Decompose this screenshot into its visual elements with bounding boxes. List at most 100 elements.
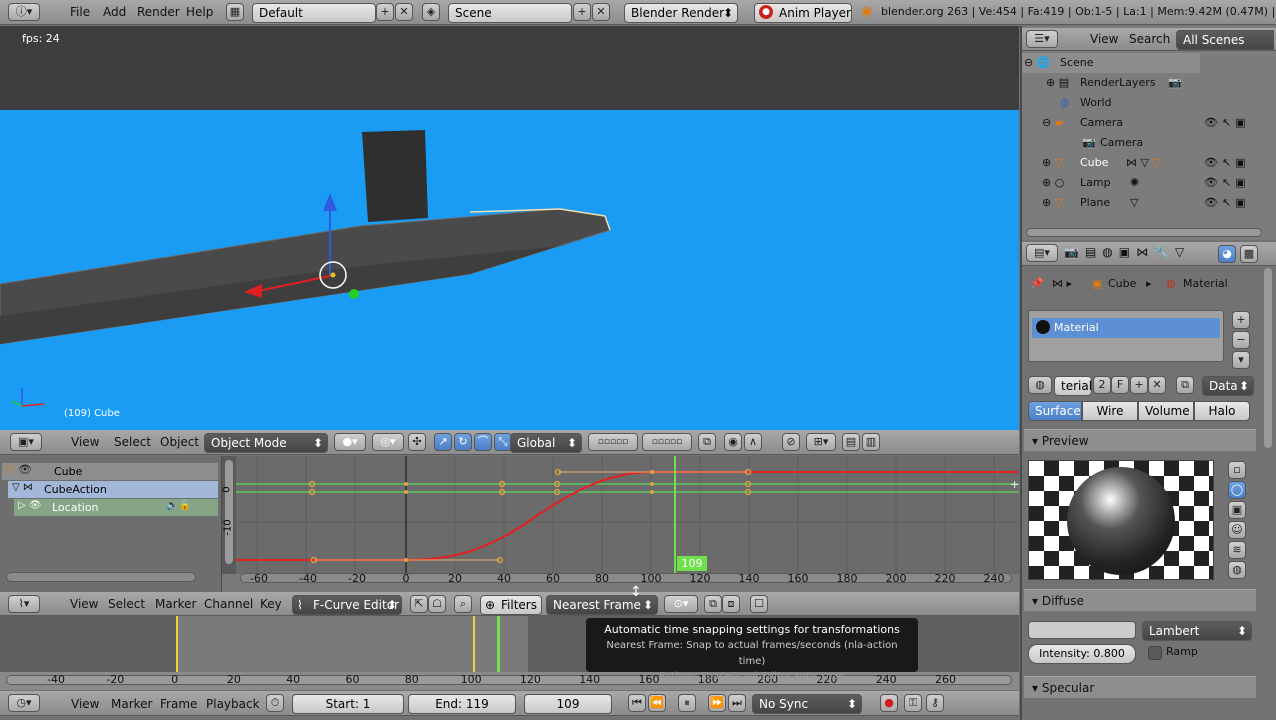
material-tab-icon[interactable]: ◕	[1218, 245, 1236, 263]
properties-editor-type-icon[interactable]: ▤▾	[1026, 244, 1058, 262]
preview-monkey-icon[interactable]: ☺	[1228, 521, 1246, 539]
manipulator-toggle[interactable]: ✣	[408, 433, 426, 451]
viewport-menu-object[interactable]: Object	[160, 430, 199, 454]
falloff-icon[interactable]: ∧	[744, 433, 762, 451]
tab-halo[interactable]: Halo	[1194, 401, 1250, 421]
insert-key-icon[interactable]: ⚷	[926, 694, 944, 712]
graph-menu-marker[interactable]: Marker	[155, 592, 196, 616]
outliner-menu-search[interactable]: Search	[1129, 28, 1170, 51]
opengl-anim-icon[interactable]: ▥	[862, 433, 880, 451]
timeline-menu-marker[interactable]: Marker	[111, 692, 152, 716]
preview-sphere-icon[interactable]: ◯	[1228, 481, 1246, 499]
cursor-select-icon[interactable]: ⇱	[410, 595, 428, 613]
tab-volume[interactable]: Volume	[1138, 401, 1194, 421]
prev-keyframe-icon[interactable]: ⏪	[648, 694, 666, 712]
layers-grid-b[interactable]: ▫▫▫▫▫	[642, 433, 692, 451]
menu-help[interactable]: Help	[186, 0, 213, 24]
jump-end-icon[interactable]: ⏭	[728, 694, 746, 712]
material-browse-icon[interactable]: ◍	[1028, 376, 1052, 394]
copy-material-icon[interactable]: ⧉	[1176, 376, 1194, 394]
timeline-editor-type-icon[interactable]: ◷▾	[8, 694, 40, 712]
translate-manipulator[interactable]: ↗	[434, 433, 452, 451]
graph-menu-channel[interactable]: Channel	[204, 592, 253, 616]
texture-tab-icon[interactable]: ▩	[1240, 245, 1258, 263]
intensity-slider[interactable]: Intensity: 0.800	[1028, 644, 1136, 664]
cube-visibility-icons[interactable]: 👁↖▣	[1204, 153, 1250, 173]
timeline-menu-playback[interactable]: Playback	[206, 692, 260, 716]
material-name-field[interactable]: terial	[1054, 376, 1092, 396]
material-link-dropdown[interactable]: Data ⬍	[1202, 376, 1254, 396]
ghost-icon[interactable]: ☖	[428, 595, 446, 613]
preview-cube-icon[interactable]: ▣	[1228, 501, 1246, 519]
viewport-menu-select[interactable]: Select	[114, 430, 151, 454]
outliner-world-label[interactable]: World	[1080, 93, 1112, 113]
viewport-editor-type-icon[interactable]: ▣▾	[10, 433, 42, 451]
diffuse-color-swatch[interactable]	[1028, 621, 1136, 639]
proportional-edit-icon[interactable]: ◉	[724, 433, 742, 451]
preview-sky-icon[interactable]: ◍	[1228, 561, 1246, 579]
screen-layout-icon[interactable]: ▦	[226, 3, 244, 21]
orientation-dropdown[interactable]: Global ⬍	[510, 433, 582, 453]
material-slot-selected[interactable]: Material	[1032, 318, 1220, 338]
sync-dropdown[interactable]: No Sync ⬍	[752, 694, 862, 714]
outliner-camera-label[interactable]: Camera	[1080, 113, 1123, 133]
screen-layout-field[interactable]: Default	[252, 3, 376, 23]
scene-icon[interactable]: ◈	[422, 3, 440, 21]
menu-render[interactable]: Render	[137, 0, 180, 24]
tab-wire[interactable]: Wire	[1082, 401, 1138, 421]
preview-range-icon[interactable]: ⏱	[266, 694, 284, 712]
pivot-icon[interactable]: ◎▾	[372, 433, 404, 451]
next-keyframe-icon[interactable]: ⏩	[708, 694, 726, 712]
properties-scrollbar[interactable]	[1264, 268, 1272, 448]
rotate-manipulator[interactable]: ↻	[454, 433, 472, 451]
viewport-shading-icon[interactable]: ●▾	[334, 433, 366, 451]
add-scene-button[interactable]: +	[573, 3, 591, 21]
jump-start-icon[interactable]: ⏮	[628, 694, 646, 712]
scene-field[interactable]: Scene	[448, 3, 572, 23]
unlink-material-button[interactable]: ✕	[1148, 376, 1166, 394]
channel-scrollbar[interactable]	[6, 572, 196, 582]
copy-keys-icon[interactable]: ⧉	[704, 595, 722, 613]
editor-mode-dropdown[interactable]: ⌇ F-Curve Editor ⬍	[292, 595, 402, 615]
group-expand-icon[interactable]: ▷ 👁	[18, 500, 42, 511]
graph-menu-view[interactable]: View	[70, 592, 98, 616]
3d-viewport[interactable]: fps: 24 (109) Cube	[0, 26, 1019, 430]
add-layout-button[interactable]: +	[376, 3, 394, 21]
menu-add[interactable]: Add	[103, 0, 126, 24]
graph-menu-select[interactable]: Select	[108, 592, 145, 616]
viewport-menu-view[interactable]: View	[71, 430, 99, 454]
channel-row-action[interactable]: CubeAction	[8, 481, 218, 498]
preview-panel-header[interactable]: ▾ Preview	[1024, 429, 1256, 451]
auto-key-record-icon[interactable]: ●	[880, 694, 898, 712]
user-count-button[interactable]: 2	[1093, 376, 1111, 394]
paste-keys-icon[interactable]: ⧈	[722, 595, 740, 613]
slot-specials-button[interactable]: ▾	[1232, 351, 1250, 369]
ghost-curves-icon[interactable]: ☐	[750, 595, 768, 613]
remove-slot-button[interactable]: −	[1232, 331, 1250, 349]
render-engine-dropdown[interactable]: Blender Render ⬍	[624, 3, 738, 23]
opengl-render-icon[interactable]: ▤	[842, 433, 860, 451]
pin-icon[interactable]: 📌	[1030, 274, 1044, 294]
preview-flat-icon[interactable]: ▫	[1228, 461, 1246, 479]
preview-hair-icon[interactable]: ≋	[1228, 541, 1246, 559]
anim-player-button[interactable]: ● Anim Player	[754, 3, 852, 23]
mode-dropdown[interactable]: Object Mode ⬍	[204, 433, 328, 453]
pause-icon[interactable]: ⏸	[678, 694, 696, 712]
graph-editor-type-icon[interactable]: ⌇▾	[8, 595, 40, 613]
timeline-menu-frame[interactable]: Frame	[160, 692, 197, 716]
camera-visibility-icons[interactable]: 👁↖▣	[1204, 113, 1250, 133]
start-frame-field[interactable]: Start: 1	[292, 694, 404, 714]
outliner-editor-type-icon[interactable]: ☰▾	[1026, 30, 1058, 48]
lamp-visibility-icons[interactable]: 👁↖▣	[1204, 173, 1250, 193]
outliner-scrollbar[interactable]	[1026, 228, 1262, 237]
mute-speaker-icon[interactable]: 🔈🔒	[166, 500, 191, 511]
outliner-lamp-label[interactable]: Lamp	[1080, 173, 1111, 193]
snap-element-icon[interactable]: ⊞▾	[806, 433, 836, 451]
outliner-filter-dropdown[interactable]: All Scenes	[1176, 30, 1274, 50]
outliner-cube-label[interactable]: Cube	[1080, 153, 1108, 173]
remove-layout-button[interactable]: ✕	[395, 3, 413, 21]
pivot-point-icon[interactable]: ⊙▾	[664, 595, 698, 613]
filters-button[interactable]: ⊕ Filters	[480, 595, 542, 615]
remove-scene-button[interactable]: ✕	[592, 3, 610, 21]
graph-menu-key[interactable]: Key	[260, 592, 282, 616]
